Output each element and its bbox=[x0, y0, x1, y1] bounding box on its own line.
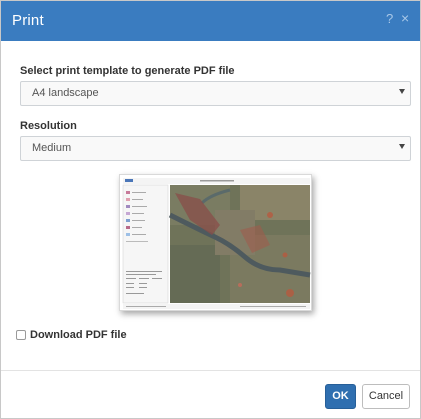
resolution-label: Resolution bbox=[20, 120, 77, 132]
template-select-value: A4 landscape bbox=[32, 87, 99, 99]
footer-divider bbox=[1, 370, 420, 371]
chevron-down-icon bbox=[399, 89, 405, 94]
cancel-button[interactable]: Cancel bbox=[362, 384, 410, 409]
resolution-select[interactable]: Medium bbox=[20, 136, 411, 161]
template-select[interactable]: A4 landscape bbox=[20, 81, 411, 106]
download-pdf-checkbox[interactable] bbox=[16, 330, 26, 340]
ok-button[interactable]: OK bbox=[325, 384, 356, 409]
template-preview-image bbox=[119, 174, 312, 311]
template-label: Select print template to generate PDF fi… bbox=[20, 65, 235, 77]
resolution-select-value: Medium bbox=[32, 142, 72, 154]
question-icon[interactable]: ? bbox=[386, 12, 393, 26]
chevron-down-icon bbox=[399, 144, 405, 149]
print-dialog: Print ? × Select print template to gener… bbox=[0, 0, 421, 419]
dialog-titlebar: Print ? × bbox=[1, 1, 420, 41]
dialog-title: Print bbox=[12, 12, 44, 29]
download-pdf-label: Download PDF file bbox=[30, 329, 127, 341]
template-preview-thumbnail bbox=[120, 175, 311, 310]
close-icon[interactable]: × bbox=[401, 11, 409, 25]
